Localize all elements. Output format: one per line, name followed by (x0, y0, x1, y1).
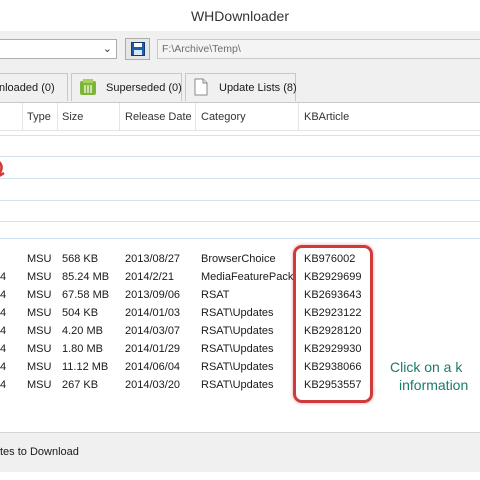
row-release-date: 2013/08/27 (125, 253, 181, 265)
download-path-field[interactable]: F:\Archive\Temp\ (157, 39, 480, 59)
tab-update-lists-label: Update Lists (8) (219, 82, 297, 94)
group-divider (0, 156, 480, 157)
row-category: RSAT (201, 289, 230, 301)
status-label: tes to Download (0, 446, 79, 458)
row-type: MSU (27, 361, 52, 373)
table-row[interactable]: MSU 568 KB 2013/08/27 BrowserChoice KB97… (0, 250, 480, 268)
row-lead: 4 (0, 289, 7, 301)
column-type[interactable]: Type (27, 111, 51, 123)
update-list-combo[interactable]: ⌄ (0, 39, 117, 59)
row-lead: 4 (0, 361, 7, 373)
instruction-line-2: information (399, 377, 469, 393)
row-size: 267 KB (62, 379, 99, 391)
row-release-date: 2014/03/20 (125, 379, 181, 391)
row-category: BrowserChoice (201, 253, 276, 265)
table-row[interactable]: 4 MSU 4.20 MB 2014/03/07 RSAT\Updates KB… (0, 322, 480, 340)
toolbar: ⌄ F:\Archive\Temp\ (0, 31, 480, 68)
row-type: MSU (27, 271, 52, 283)
row-category: RSAT\Updates (201, 307, 274, 319)
row-release-date: 2013/09/06 (125, 289, 181, 301)
instruction-annotation: Click on a k information (390, 358, 480, 394)
row-lead: 4 (0, 343, 7, 355)
group-rows (0, 131, 480, 239)
tab-strip: nloaded (0) Superseded (0) Update Lists … (0, 68, 480, 103)
row-size: 85.24 MB (62, 271, 110, 283)
row-type: MSU (27, 253, 52, 265)
row-type: MSU (27, 379, 52, 391)
column-header: Type Size Release Date Category KBArticl… (0, 103, 480, 131)
kbarticle-highlight-box (293, 245, 373, 403)
row-type: MSU (27, 289, 52, 301)
row-lead: 4 (0, 271, 7, 283)
title-bar: WHDownloader (0, 0, 480, 32)
window-title: WHDownloader (190, 8, 290, 24)
row-lead: 4 (0, 307, 7, 319)
row-category: RSAT\Updates (201, 343, 274, 355)
column-category[interactable]: Category (201, 111, 246, 123)
row-category: RSAT\Updates (201, 379, 274, 391)
column-separator[interactable] (22, 103, 23, 130)
row-lead: 4 (0, 379, 7, 391)
table-row[interactable]: 4 MSU 504 KB 2014/01/03 RSAT\Updates KB2… (0, 304, 480, 322)
table-row[interactable]: 4 MSU 67.58 MB 2013/09/06 RSAT KB2693643 (0, 286, 480, 304)
row-category: RSAT\Updates (201, 325, 274, 337)
row-release-date: 2014/01/29 (125, 343, 181, 355)
column-size[interactable]: Size (62, 111, 83, 123)
document-icon (194, 78, 208, 96)
column-separator[interactable] (298, 103, 299, 130)
row-release-date: 2014/01/03 (125, 307, 181, 319)
row-type: MSU (27, 307, 52, 319)
row-size: 67.58 MB (62, 289, 110, 301)
row-size: 504 KB (62, 307, 99, 319)
save-location-button[interactable] (125, 38, 150, 60)
row-release-date: 2014/2/21 (125, 271, 174, 283)
column-separator[interactable] (57, 103, 58, 130)
table-row[interactable]: 4 MSU 1.80 MB 2014/01/29 RSAT\Updates KB… (0, 340, 480, 358)
instruction-line-1: Click on a k (390, 359, 463, 375)
superseded-icon (80, 79, 96, 95)
row-size: 4.20 MB (62, 325, 103, 337)
row-type: MSU (27, 325, 52, 337)
chevron-down-icon[interactable]: ⌄ (103, 42, 112, 55)
group-divider (0, 135, 480, 136)
group-divider (0, 200, 480, 201)
tab-downloaded[interactable]: nloaded (0) (0, 73, 68, 101)
floppy-disk-icon (131, 42, 145, 56)
red-arrow-icon (0, 161, 5, 177)
row-lead: 4 (0, 325, 7, 337)
column-kbarticle[interactable]: KBArticle (304, 111, 349, 123)
group-divider (0, 221, 480, 222)
tab-superseded[interactable]: Superseded (0) (71, 73, 182, 101)
row-category: RSAT\Updates (201, 361, 274, 373)
tab-superseded-label: Superseded (0) (106, 82, 182, 94)
row-type: MSU (27, 343, 52, 355)
row-category: MediaFeaturePack (201, 271, 294, 283)
column-separator[interactable] (119, 103, 120, 130)
tab-downloaded-label: nloaded (0) (0, 82, 55, 94)
column-release-date[interactable]: Release Date (125, 111, 192, 123)
table-row[interactable]: 4 MSU 85.24 MB 2014/2/21 MediaFeaturePac… (0, 268, 480, 286)
group-divider (0, 178, 480, 179)
row-size: 568 KB (62, 253, 99, 265)
group-divider (0, 238, 480, 239)
window-bottom-edge (0, 472, 480, 480)
tab-update-lists[interactable]: Update Lists (8) (185, 73, 297, 101)
row-release-date: 2014/03/07 (125, 325, 181, 337)
row-size: 11.12 MB (62, 361, 109, 373)
row-size: 1.80 MB (62, 343, 103, 355)
status-bar: tes to Download (0, 432, 480, 473)
column-separator[interactable] (195, 103, 196, 130)
row-release-date: 2014/06/04 (125, 361, 181, 373)
